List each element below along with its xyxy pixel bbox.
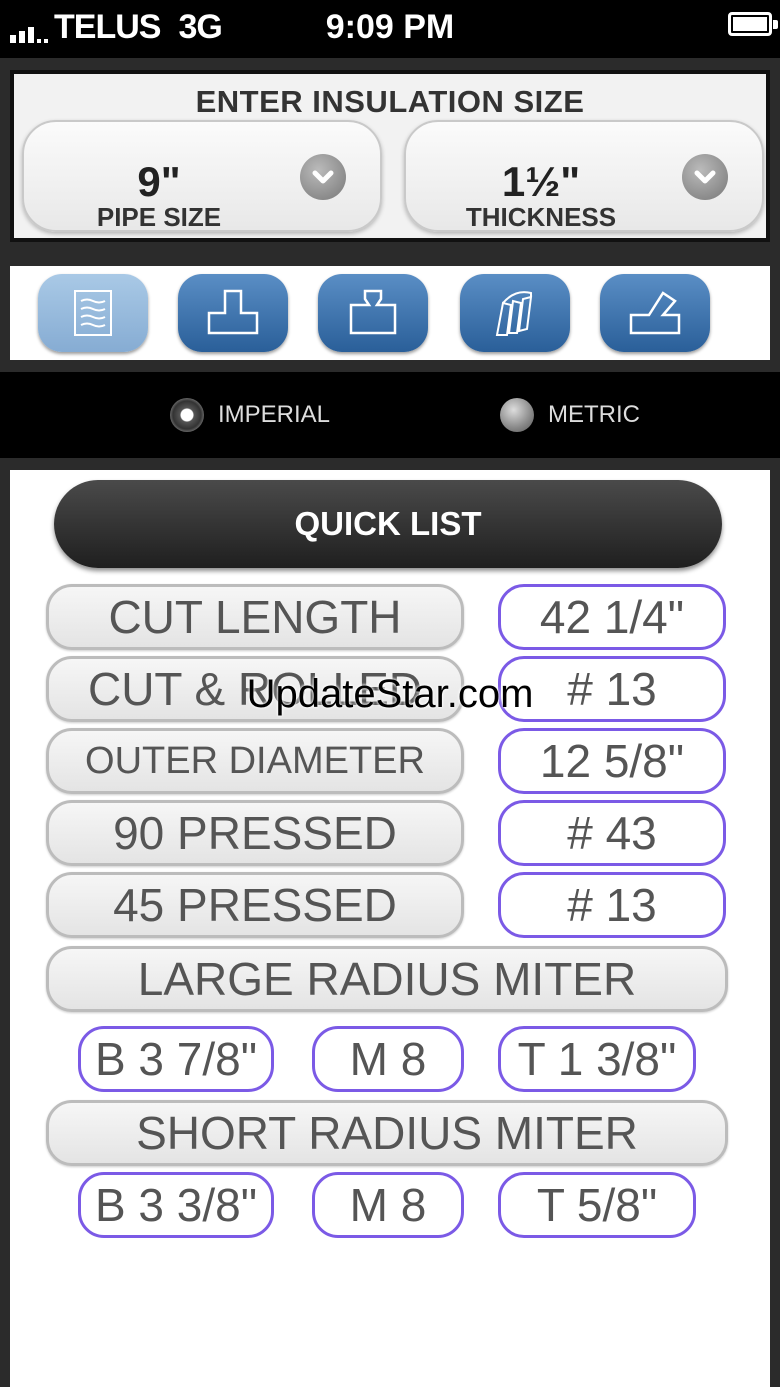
- large-miter-b-value: B 3 7/8": [78, 1026, 274, 1092]
- tee-fitting-button[interactable]: [178, 274, 288, 352]
- short-miter-b-value: B 3 3/8": [78, 1172, 274, 1238]
- status-time: 9:09 PM: [325, 8, 455, 46]
- chevron-down-icon[interactable]: [682, 154, 728, 200]
- quick-list-panel: QUICK LIST CUT LENGTH 42 1/4" CUT & ROLL…: [10, 470, 770, 1387]
- elbow-segments-button[interactable]: [460, 274, 570, 352]
- outer-diameter-value: 12 5/8": [498, 728, 726, 794]
- pipe-size-value: 9": [137, 158, 181, 205]
- insulation-size-panel: ENTER INSULATION SIZE 9" PIPE SIZE 1½" T…: [10, 70, 770, 242]
- elbow-segments-icon: [495, 291, 533, 336]
- radio-unselected-icon[interactable]: [500, 398, 534, 432]
- pressed-45-value: # 13: [498, 872, 726, 938]
- short-miter-m-value: M 8: [312, 1172, 464, 1238]
- angled-cut-button[interactable]: [600, 274, 710, 352]
- outer-diameter-label: OUTER DIAMETER: [46, 728, 464, 794]
- short-miter-t-value: T 5/8": [498, 1172, 696, 1238]
- panel-title: ENTER INSULATION SIZE: [195, 84, 585, 119]
- pipe-size-label: PIPE SIZE: [96, 202, 222, 232]
- pressed-90-value: # 43: [498, 800, 726, 866]
- pipe-size-selector[interactable]: 9" PIPE SIZE: [22, 120, 382, 232]
- short-radius-miter-title: SHORT RADIUS MITER: [46, 1100, 728, 1166]
- quick-list-button[interactable]: QUICK LIST: [54, 480, 722, 568]
- unit-selector: IMPERIAL METRIC: [0, 372, 780, 458]
- reducing-tee-icon: [349, 289, 397, 335]
- list-icon: [74, 290, 112, 336]
- radio-selected-icon[interactable]: [170, 398, 204, 432]
- thickness-value: 1½": [501, 158, 581, 205]
- pressed-90-label: 90 PRESSED: [46, 800, 464, 866]
- thickness-selector[interactable]: 1½" THICKNESS: [404, 120, 764, 232]
- cut-rolled-value: # 13: [498, 656, 726, 722]
- cut-length-value: 42 1/4": [498, 584, 726, 650]
- battery-icon: [728, 12, 778, 36]
- thickness-label: THICKNESS: [465, 202, 617, 232]
- reducing-tee-button[interactable]: [318, 274, 428, 352]
- list-button[interactable]: [38, 274, 148, 352]
- metric-label: METRIC: [548, 401, 640, 428]
- pressed-45-label: 45 PRESSED: [46, 872, 464, 938]
- tee-fitting-icon: [207, 289, 259, 335]
- large-miter-t-value: T 1 3/8": [498, 1026, 696, 1092]
- cut-rolled-label: CUT & ROLLED: [46, 656, 464, 722]
- chevron-down-icon[interactable]: [300, 154, 346, 200]
- imperial-radio[interactable]: IMPERIAL: [170, 398, 330, 432]
- imperial-label: IMPERIAL: [218, 401, 331, 428]
- cut-length-label: CUT LENGTH: [46, 584, 464, 650]
- angled-cut-icon: [629, 291, 681, 335]
- large-radius-miter-title: LARGE RADIUS MITER: [46, 946, 728, 1012]
- large-miter-m-value: M 8: [312, 1026, 464, 1092]
- status-bar: TELUS 3G 9:09 PM: [0, 0, 780, 56]
- metric-radio[interactable]: METRIC: [500, 398, 640, 432]
- fitting-toolbar: [10, 266, 770, 360]
